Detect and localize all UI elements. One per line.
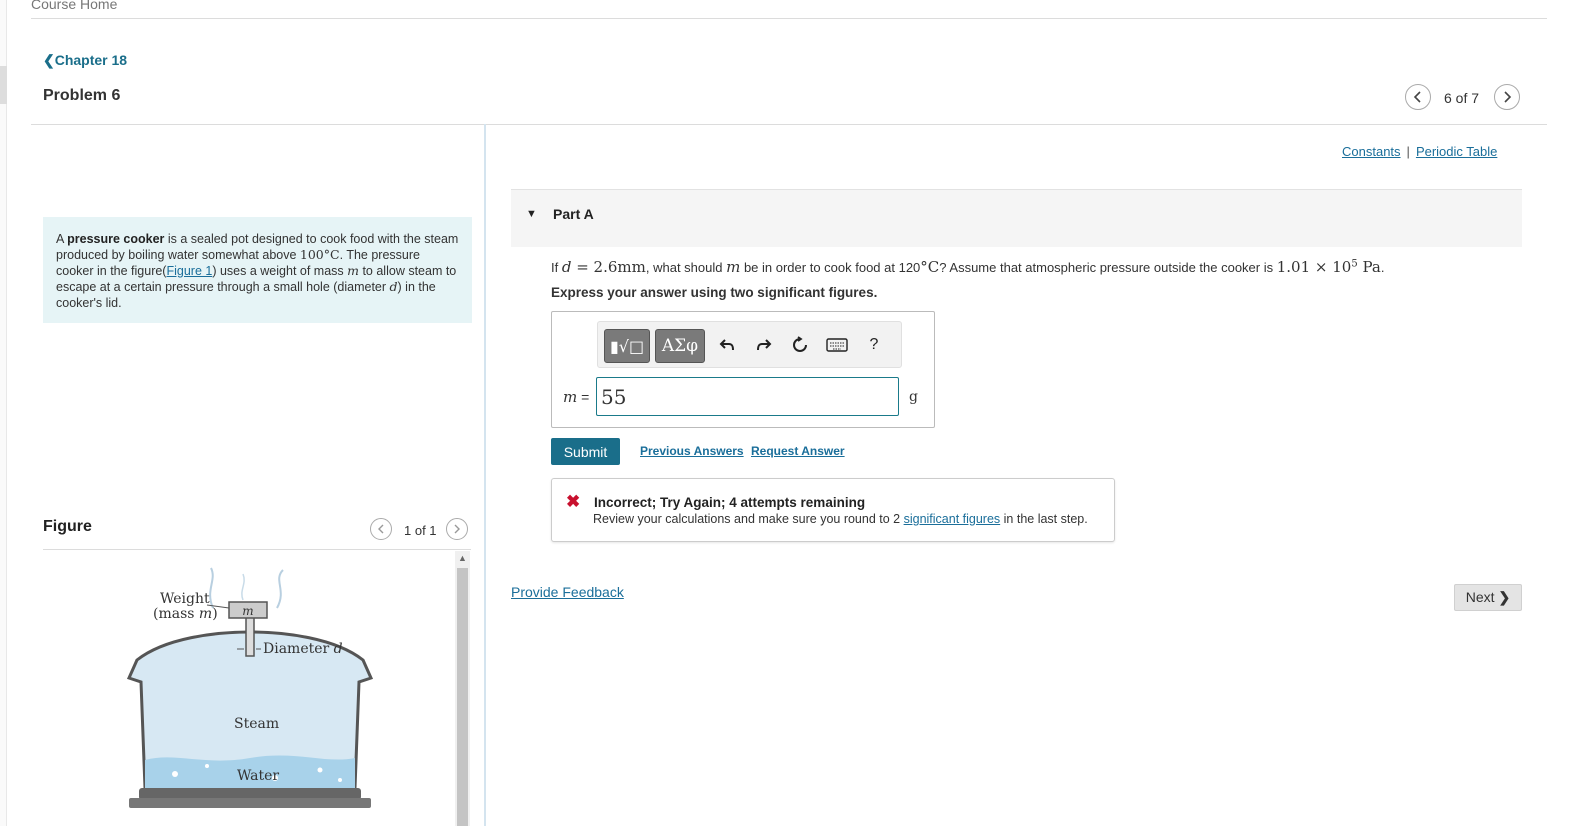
problem-term: pressure cooker [67, 232, 165, 246]
math-toolbar: ▮√□ ΑΣφ ? [597, 321, 902, 368]
next-problem-button[interactable] [1494, 84, 1520, 110]
chevron-left-icon: ❮ [43, 52, 55, 68]
next-button[interactable]: Next ❯ [1454, 584, 1522, 611]
weight-label: Weight [160, 591, 210, 607]
question-d-value: = 2.6mm [571, 258, 646, 276]
temperature-value: 100°C [299, 247, 340, 262]
feedback-panel [551, 478, 1115, 542]
chevron-right-icon [1504, 91, 1512, 103]
steam-wisp [209, 567, 214, 609]
top-divider [31, 18, 1547, 19]
answer-variable-label: m = [563, 388, 589, 406]
course-home-link[interactable]: Course Home [31, 0, 117, 12]
question-pressure: 1.01 × 10 [1276, 258, 1352, 276]
sidebar-marker [0, 66, 7, 104]
answer-equals: = [577, 389, 590, 405]
diameter-label-var: d [334, 641, 343, 657]
request-answer-link[interactable]: Request Answer [751, 444, 845, 458]
part-a-header[interactable] [511, 190, 1522, 247]
diameter-variable: d [389, 279, 398, 294]
question-fragment: , what should [645, 260, 727, 275]
previous-answers-link[interactable]: Previous Answers [640, 444, 744, 458]
left-sidebar-strip [0, 0, 7, 826]
reset-icon[interactable] [787, 332, 813, 358]
feedback-fragment: in the last step. [1000, 512, 1088, 526]
feedback-fragment: Review your calculations and make sure y… [593, 512, 904, 526]
question-fragment: ? Assume that atmospheric pressure outsi… [939, 260, 1277, 275]
greek-symbols-button[interactable]: ΑΣφ [655, 329, 705, 363]
diameter-label-text: Diameter [263, 641, 334, 657]
steam-wisp [276, 569, 284, 609]
scroll-up-arrow-icon[interactable]: ▲ [457, 553, 468, 564]
scrollbar-thumb[interactable] [457, 568, 468, 826]
problem-position: 6 of 7 [1444, 90, 1480, 106]
problem-title: Problem 6 [43, 87, 121, 104]
question-var-m: m [726, 258, 741, 276]
question-pressure-unit: Pa [1357, 258, 1381, 276]
steam-wisp [241, 573, 245, 601]
chapter-back-link[interactable]: ❮Chapter 18 [43, 52, 127, 69]
chevron-right-icon [454, 524, 460, 534]
mass-variable: m [347, 263, 359, 278]
header-divider [31, 124, 1547, 125]
answer-instruction: Express your answer using two significan… [551, 285, 878, 300]
help-icon[interactable]: ? [861, 332, 887, 358]
question-fragment: . [1380, 260, 1385, 275]
part-label: Part A [553, 206, 594, 222]
constants-link[interactable]: Constants [1342, 144, 1401, 159]
weight-var-label: m [242, 604, 253, 618]
water-label: Water [237, 768, 279, 784]
templates-button[interactable]: ▮√□ [604, 329, 650, 363]
pane-divider[interactable] [484, 124, 486, 826]
chevron-left-icon [1413, 91, 1421, 103]
mass-label: (mass m) [153, 606, 218, 622]
figure-link[interactable]: Figure 1 [166, 264, 212, 278]
problem-text: A [56, 232, 68, 246]
problem-statement: A pressure cooker is a sealed pot design… [43, 217, 472, 323]
question-fragment: be in order to cook food at 120 [740, 260, 921, 275]
provide-feedback-link[interactable]: Provide Feedback [511, 584, 624, 600]
mass-label-prefix: (mass [153, 606, 199, 622]
figure-divider [43, 549, 471, 550]
keyboard-icon[interactable] [824, 332, 850, 358]
redo-icon[interactable] [751, 332, 777, 358]
chapter-label: Chapter 18 [54, 52, 128, 68]
significant-figures-link[interactable]: significant figures [904, 512, 1001, 526]
answer-unit: g [909, 389, 918, 405]
problem-text: ) uses a weight of mass [212, 264, 348, 278]
submit-button[interactable]: Submit [551, 438, 620, 465]
incorrect-x-icon: ✖ [566, 492, 581, 511]
figure-title: Figure [43, 518, 92, 535]
figure-count: 1 of 1 [404, 523, 437, 538]
figure-previous-button[interactable] [370, 518, 392, 540]
next-label: Next [1465, 589, 1495, 605]
chevron-right-icon: ❯ [1498, 589, 1511, 605]
bubble [172, 771, 178, 777]
answer-var: m [563, 388, 578, 406]
diameter-label: Diameter d [263, 641, 343, 657]
steam-label: Steam [234, 716, 279, 732]
reference-links: Constants | Periodic Table [1342, 144, 1497, 159]
answer-input[interactable] [596, 377, 899, 416]
periodic-table-link[interactable]: Periodic Table [1416, 144, 1497, 159]
figure-next-button[interactable] [446, 518, 468, 540]
question-text: If d = 2.6mm, what should m be in order … [551, 258, 1384, 276]
caret-down-icon[interactable]: ▼ [526, 208, 537, 220]
mass-label-var: m [199, 606, 212, 622]
stove-plate [129, 798, 371, 808]
bubble [205, 764, 209, 768]
bubble [317, 767, 323, 773]
bubble [338, 778, 342, 782]
feedback-title: Incorrect; Try Again; 4 attempts remaini… [594, 495, 866, 510]
question-fragment: If [551, 260, 562, 275]
previous-problem-button[interactable] [1405, 84, 1431, 110]
mass-label-suffix: ) [212, 606, 217, 622]
undo-icon[interactable] [714, 332, 740, 358]
chevron-left-icon [378, 524, 384, 534]
question-var-d: d [561, 258, 572, 276]
pressure-cooker-figure: m Weight (mass m) Diameter d Steam Water [126, 567, 374, 808]
links-separator: | [1406, 144, 1410, 159]
question-degree-unit: °C [920, 258, 940, 276]
feedback-message: Review your calculations and make sure y… [593, 512, 1088, 526]
